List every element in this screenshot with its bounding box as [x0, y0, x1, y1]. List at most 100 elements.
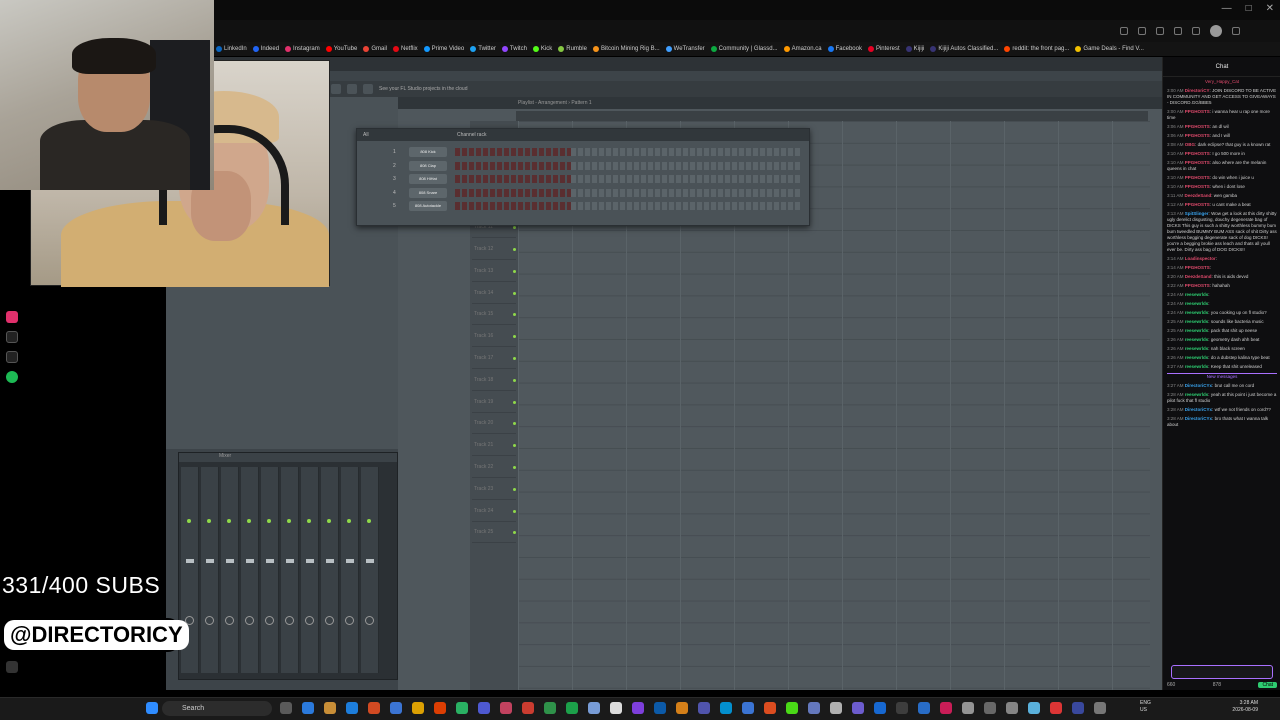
taskbar-app-icon[interactable] [456, 702, 468, 714]
mixer-strip[interactable] [221, 467, 239, 673]
msg-user[interactable]: Loadinspector [1185, 256, 1216, 261]
tiktok-icon[interactable] [6, 331, 18, 343]
mixer-strip[interactable] [321, 467, 339, 673]
taskbar-app-icon[interactable] [346, 702, 358, 714]
mixer-strip[interactable] [281, 467, 299, 673]
mixer-knob[interactable] [345, 616, 354, 625]
mixer-fader[interactable] [246, 559, 254, 563]
msg-user[interactable]: reesewrlds [1185, 328, 1209, 333]
taskbar-app-icon[interactable] [786, 702, 798, 714]
mixer-fader[interactable] [206, 559, 214, 563]
track-header[interactable]: Track 18 [472, 371, 516, 391]
taskbar-app-icon[interactable] [830, 702, 842, 714]
channel-name-button[interactable]: 808 HiHat [409, 174, 447, 184]
track-led[interactable] [513, 400, 516, 404]
msg-user[interactable]: PPGHOSTS [1185, 184, 1210, 189]
taskbar-app-icon[interactable] [368, 702, 380, 714]
mixer-knob[interactable] [265, 616, 274, 625]
bookmark-item[interactable]: Kijiji [905, 46, 924, 52]
taskbar-app-icon[interactable] [940, 702, 952, 714]
app-icon[interactable] [6, 661, 18, 673]
bookmark-item[interactable]: Kijiji Autos Classified... [930, 46, 998, 52]
taskbar-app-icon[interactable] [1028, 702, 1040, 714]
bookmark-item[interactable]: Twitch [501, 46, 527, 52]
bookmark-item[interactable]: LinkedIn [216, 46, 247, 52]
minimize-icon[interactable]: — [1222, 3, 1232, 14]
chat-send-button[interactable]: Chat [1258, 682, 1277, 688]
download-icon[interactable] [1192, 27, 1200, 35]
track-led[interactable] [513, 466, 516, 469]
tool-button[interactable] [331, 84, 341, 94]
mixer-strip[interactable] [341, 467, 359, 673]
taskbar-app-icon[interactable] [918, 702, 930, 714]
channel-name-button[interactable]: 808 Clap [409, 160, 447, 171]
mixer-fader[interactable] [366, 559, 374, 563]
msg-user[interactable]: PPGHOSTS [1185, 202, 1210, 207]
taskbar-app-icon[interactable] [588, 702, 600, 714]
taskbar-app-icon[interactable] [434, 702, 446, 714]
taskbar-app-icon[interactable] [984, 702, 996, 714]
taskbar-app-icon[interactable] [478, 702, 490, 714]
taskbar-app-icon[interactable] [1094, 702, 1106, 714]
channel-row[interactable]: 3 808 HiHat [361, 174, 805, 186]
step-sequencer-off[interactable] [571, 161, 801, 170]
spotify-icon[interactable] [6, 371, 18, 383]
maximize-icon[interactable]: □ [1246, 3, 1252, 14]
tool-button[interactable] [363, 84, 373, 94]
taskbar-app-icon[interactable] [720, 702, 732, 714]
bookmark-item[interactable]: Twitter [470, 46, 496, 52]
step-sequencer-off[interactable] [571, 175, 801, 183]
track-led[interactable] [513, 291, 516, 295]
msg-user[interactable]: reesewrlds [1185, 292, 1209, 297]
mixer-knob[interactable] [205, 616, 214, 625]
taskbar-app-icon[interactable] [1072, 702, 1084, 714]
taskbar-app-icon[interactable] [1006, 702, 1018, 714]
mixer-led[interactable] [247, 519, 251, 523]
msg-user[interactable]: reesewrlds [1185, 337, 1209, 342]
bookmark-item[interactable]: WeTransfer [665, 46, 705, 52]
bookmark-item[interactable]: Prime Video [423, 46, 464, 52]
bookmark-item[interactable]: Game Deals - Find V... [1075, 46, 1144, 52]
system-clock[interactable]: 3:28 AM 2026-08-09 [1178, 700, 1258, 714]
bookmark-item[interactable]: Bitcoin Mining Rig B... [592, 46, 660, 52]
bookmark-item[interactable]: Indeed [252, 46, 279, 52]
track-led[interactable] [513, 531, 516, 535]
step-sequencer-off[interactable] [571, 188, 801, 197]
msg-user[interactable]: reesewrlds [1185, 355, 1209, 360]
taskbar-app-icon[interactable] [324, 702, 336, 714]
msg-user[interactable]: PPGHOSTS [1185, 265, 1210, 270]
channel-row[interactable]: 2 808 Clap [361, 160, 805, 173]
mixer-strip[interactable] [201, 467, 219, 673]
msg-user[interactable]: PPGHOSTS [1185, 175, 1210, 180]
msg-user[interactable]: DeezdeSand [1185, 274, 1212, 279]
bookmark-item[interactable]: YouTube [325, 46, 357, 52]
share-icon[interactable] [1156, 27, 1164, 35]
msg-user[interactable]: reesewrlds [1185, 310, 1209, 315]
bookmark-item[interactable]: Community | Glassd... [710, 46, 778, 52]
taskbar-app-icon[interactable] [852, 702, 864, 714]
msg-user[interactable]: SpitSlinger [1185, 211, 1209, 216]
mixer-led[interactable] [187, 519, 191, 523]
mixer-fader[interactable] [306, 559, 314, 563]
taskbar-search[interactable]: Search [162, 701, 272, 716]
taskbar-app-icon[interactable] [764, 702, 776, 714]
menu-icon[interactable] [1232, 27, 1240, 35]
taskbar-app-icon[interactable] [676, 702, 688, 714]
taskbar-app-icon[interactable] [280, 702, 292, 714]
track-led[interactable] [513, 357, 516, 360]
playlist-ruler[interactable] [516, 111, 1148, 121]
taskbar-app-icon[interactable] [962, 702, 974, 714]
track-header[interactable]: Track 24 [472, 502, 516, 522]
track-header[interactable]: Track 21 [472, 436, 516, 457]
bookmark-item[interactable]: Rumble [558, 46, 587, 52]
taskbar-app-icon[interactable] [610, 702, 622, 714]
track-led[interactable] [513, 444, 516, 448]
msg-user[interactable]: PPGHOSTS [1185, 160, 1210, 165]
msg-user[interactable]: reesewrlds [1185, 319, 1209, 324]
track-led[interactable] [513, 487, 516, 491]
mixer-led[interactable] [207, 519, 211, 523]
track-led[interactable] [513, 313, 516, 317]
bookmark-item[interactable]: reddit: the front pag... [1004, 46, 1069, 52]
msg-user[interactable]: PPGHOSTS [1185, 109, 1210, 114]
taskbar-app-icon[interactable] [302, 702, 314, 714]
